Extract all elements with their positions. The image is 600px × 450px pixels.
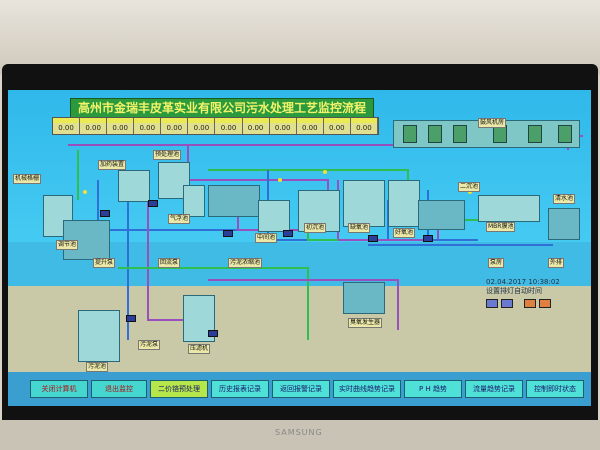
anoxic-tank[interactable]: [343, 180, 385, 227]
blower-2[interactable]: [428, 125, 442, 143]
label-pre-tank: 预处理池: [153, 150, 182, 160]
clock-panel: 02.04.2017 10:38:02 设置排灯自动时间: [486, 278, 560, 308]
label-sludge-pump: 污泥泵: [138, 340, 161, 350]
label-equal-pump: 提升泵: [93, 258, 116, 268]
clock-up-button[interactable]: [486, 299, 498, 308]
label-clean-tank: 清水池: [553, 194, 576, 204]
secondary-settle-tank[interactable]: [418, 200, 465, 230]
label-mech-grid: 机械格栅: [13, 174, 42, 184]
clock-controls: [486, 299, 560, 308]
indicator-lamp: [278, 178, 282, 182]
blower-6[interactable]: [558, 125, 572, 143]
nav-button-6[interactable]: 实时曲线趋势记录: [333, 380, 401, 398]
indicator-lamp: [83, 190, 87, 194]
clock-down-button[interactable]: [501, 299, 513, 308]
scada-screen: 高州市金瑞丰皮革实业有限公司污水处理工艺监控流程 0.00 0.00 0.00 0.0…: [8, 90, 591, 406]
label-pump-room: 泵房: [488, 258, 505, 268]
clock-time: 10:38:02: [528, 278, 560, 286]
label-floor: 污泥浓缩池: [228, 258, 263, 268]
label-anoxic: 缺氧池: [348, 223, 371, 233]
label-ozone: 臭氧发生器: [348, 318, 383, 328]
label-aer: 好氧池: [393, 228, 416, 238]
label-sludge-tank: 污泥池: [86, 362, 109, 372]
mid-tank[interactable]: [258, 200, 290, 232]
filter-press[interactable]: [343, 282, 385, 314]
nav-button-3[interactable]: 二价铬预处理: [150, 380, 208, 398]
clock-caption: 设置排灯自动时间: [486, 287, 542, 295]
pump-7[interactable]: [126, 315, 136, 322]
clock-set-button[interactable]: [524, 299, 536, 308]
sludge-tank[interactable]: [78, 310, 120, 362]
nav-button-1[interactable]: 关闭计算机: [30, 380, 88, 398]
label-mid-tank: 中间池: [255, 233, 278, 243]
nav-button-7[interactable]: P H 趋势: [404, 380, 462, 398]
indicator-lamp: [323, 170, 327, 174]
label-mbr: MBR膜池: [486, 222, 516, 232]
nav-button-9[interactable]: 控制即时状态: [526, 380, 584, 398]
nav-button-2[interactable]: 退出监控: [91, 380, 147, 398]
nav-button-5[interactable]: 返回报警记录: [272, 380, 330, 398]
clock-date: 02.04.2017: [486, 278, 527, 286]
nav-button-8[interactable]: 流量趋势记录: [465, 380, 523, 398]
pump-6[interactable]: [423, 235, 433, 242]
label-blower: 鼓风机房: [478, 118, 507, 128]
blower-5[interactable]: [528, 125, 542, 143]
label-equal-tank: 调节池: [56, 240, 79, 250]
dosing-unit[interactable]: [118, 170, 150, 202]
pump-3[interactable]: [223, 230, 233, 237]
label-dosing: 加药装置: [98, 160, 127, 170]
label-pool-1: 初沉池: [304, 223, 327, 233]
pump-5[interactable]: [368, 235, 378, 242]
mbr-tank[interactable]: [478, 195, 540, 222]
aerobic-tank[interactable]: [388, 180, 420, 227]
blower-1[interactable]: [403, 125, 417, 143]
label-return: 回流泵: [158, 258, 181, 268]
pump-2[interactable]: [148, 200, 158, 207]
label-press: 压滤机: [188, 344, 211, 354]
pump-8[interactable]: [208, 330, 218, 337]
mix-tank[interactable]: [183, 185, 205, 217]
pump-1[interactable]: [100, 210, 110, 217]
pump-4[interactable]: [283, 230, 293, 237]
label-discharge: 外排: [548, 258, 565, 268]
air-float-tank[interactable]: [208, 185, 260, 217]
blower-3[interactable]: [453, 125, 467, 143]
nav-button-4[interactable]: 历史报表记录: [211, 380, 269, 398]
clock-reset-button[interactable]: [539, 299, 551, 308]
clean-water-tank[interactable]: [548, 208, 580, 240]
label-air-float: 气浮池: [168, 214, 191, 224]
monitor-brand: SAMSUNG: [275, 428, 323, 437]
label-sec-settle: 二沉池: [458, 182, 481, 192]
